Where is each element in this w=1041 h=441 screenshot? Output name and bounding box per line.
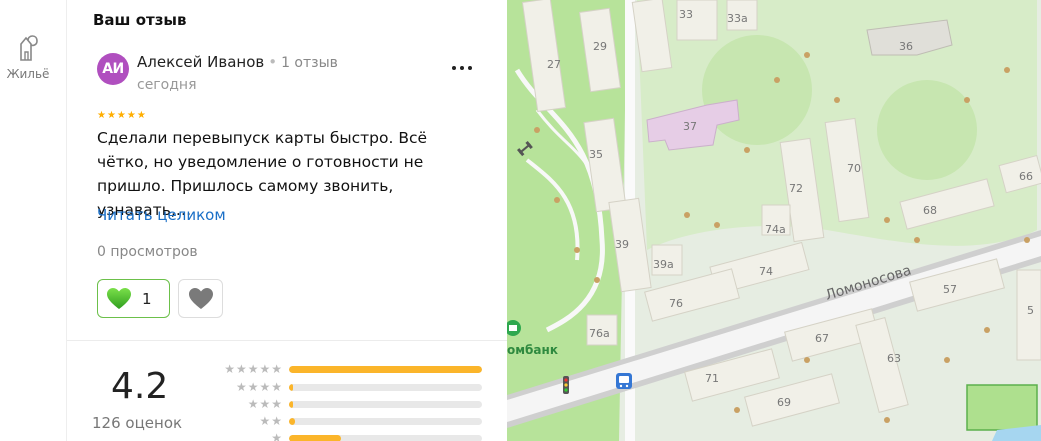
divider [67,340,507,341]
rating-row[interactable]: ★★★ [203,397,493,413]
building-number: 76а [589,327,610,340]
author-name[interactable]: Алексей Иванов [137,53,264,71]
rating-row-stars: ★★★★★ [224,362,283,376]
building-number: 74а [765,223,786,236]
building-number: 72 [789,182,803,195]
building-number: 67 [815,332,829,345]
left-rail: Жильё [0,0,67,441]
traffic-light-icon [563,376,569,394]
rating-value: 4.2 [111,366,169,407]
more-dot-icon [468,66,472,70]
more-dot-icon [452,66,456,70]
rating-row-bar [289,435,482,441]
building-number: 33 [679,8,693,21]
building-number: 74 [759,265,773,278]
building-number: 39а [653,258,674,271]
building-number: 27 [547,58,561,71]
views-count: 0 просмотров [97,244,198,260]
rating-row-stars: ★ [271,431,283,441]
rating-row-bar [289,401,482,408]
rating-row-bar-fill [289,435,342,441]
author-separator: • [268,53,278,71]
rating-row-stars: ★★ [259,414,283,428]
more-options-button[interactable] [447,56,477,80]
building-number: 29 [593,40,607,53]
rating-row-stars: ★★★ [247,397,283,411]
building-number: 69 [777,396,791,409]
dislike-button[interactable] [178,279,223,318]
review-date: сегодня [137,77,197,93]
rating-row-bar-fill [289,366,482,373]
author-line: Алексей Иванов • 1 отзыв [137,53,338,71]
building-number: 33а [727,12,748,25]
building-number: 70 [847,162,861,175]
building-number: 39 [615,238,629,251]
rating-row-bar-fill [289,418,295,425]
rating-row[interactable]: ★★★★ [203,380,493,396]
rating-row-bar-fill [289,384,293,391]
rail-item-housing[interactable]: Жильё [0,30,56,81]
building-number: 5 [1027,304,1034,317]
section-title: Ваш отзыв [93,11,187,29]
more-dot-icon [460,66,464,70]
rating-row-bar-fill [289,401,293,408]
map[interactable]: Ломоносова 33 33а 29 27 36 37 35 70 72 6… [507,0,1041,441]
rating-count: 126 оценок [92,414,183,432]
building-number: 71 [705,372,719,385]
building-number: 35 [589,148,603,161]
housing-icon [20,35,38,61]
like-button[interactable]: 1 [97,279,170,318]
building-number: 66 [1019,170,1033,183]
building-number: 68 [923,204,937,217]
rating-row[interactable]: ★★ [203,414,493,430]
rating-row-bar [289,384,482,391]
gray-heart-icon [188,287,213,309]
map-canvas[interactable]: Ломоносова 33 33а 29 27 36 37 35 70 72 6… [507,0,1041,441]
bus-stop-icon[interactable] [616,373,632,389]
building-number: 36 [899,40,913,53]
rating-row-bar [289,366,482,373]
green-heart-icon [107,287,131,309]
author-review-count: 1 отзыв [281,55,338,71]
review-stars: ★★★★★ [97,110,147,121]
avatar[interactable]: АИ [97,53,129,85]
rating-row[interactable]: ★ [203,431,493,441]
poi-label[interactable]: омбанк [507,343,558,357]
building-number: 57 [943,283,957,296]
rating-row-stars: ★★★★ [235,380,283,394]
rating-row[interactable]: ★★★★★ [203,362,493,378]
building-number: 37 [683,120,697,133]
like-count: 1 [142,289,152,308]
rating-row-bar [289,418,482,425]
rail-item-label: Жильё [6,67,50,81]
building-number: 63 [887,352,901,365]
review-panel: Ваш отзыв АИ Алексей Иванов • 1 отзыв сего… [67,0,507,441]
read-more-link[interactable]: Читать целиком [97,206,226,224]
building-number: 76 [669,297,683,310]
